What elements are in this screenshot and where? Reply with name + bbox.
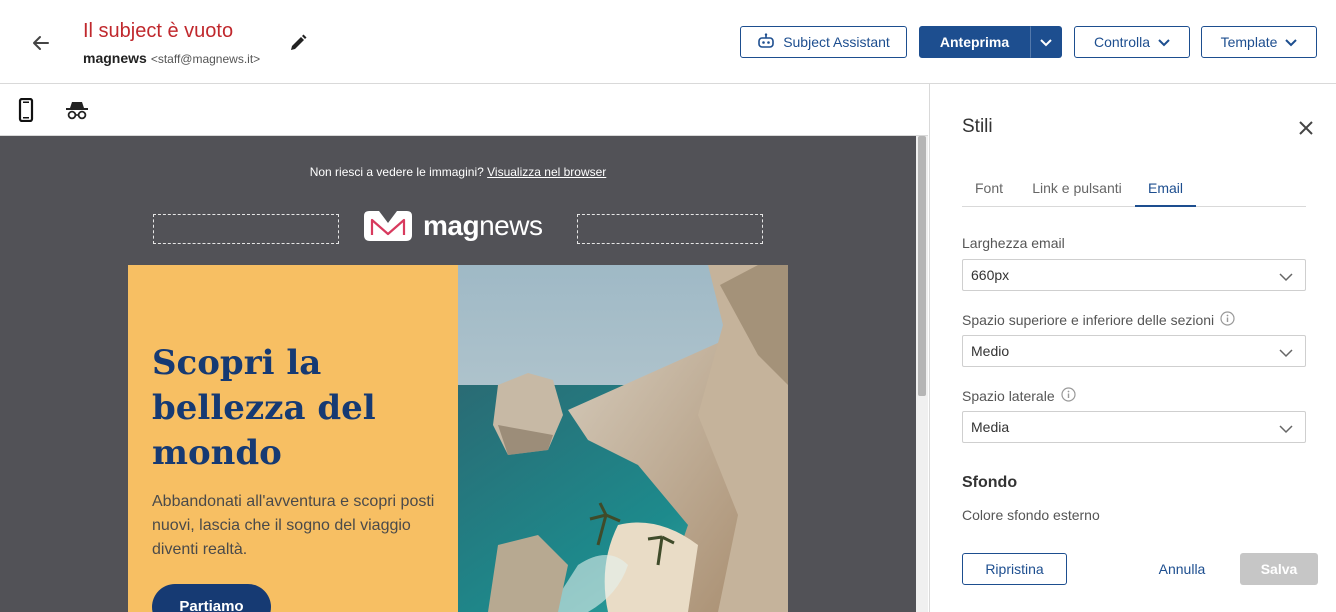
mobile-icon[interactable] [12, 96, 40, 124]
browser-view-line: Non riesci a vedere le immagini? Visuali… [0, 165, 916, 179]
styles-panel: Stili Font Link e pulsanti Email Larghez… [929, 84, 1336, 612]
preview-button[interactable]: Anteprima [919, 26, 1030, 58]
side-spacing-select[interactable]: Media [962, 411, 1306, 443]
email-width-label-text: Larghezza email [962, 235, 1065, 251]
email-width-value: 660px [971, 267, 1010, 283]
preview-options-button[interactable] [1030, 26, 1062, 58]
check-label: Controlla [1093, 34, 1151, 50]
chevron-down-icon [1279, 421, 1293, 437]
browser-prompt: Non riesci a vedere le immagini? [309, 165, 484, 179]
magnews-logo: magnews [363, 208, 543, 244]
reset-button[interactable]: Ripristina [962, 553, 1067, 585]
logo-wordmark: magnews [423, 210, 543, 242]
side-spacing-value: Media [971, 419, 1010, 435]
hero-text-block[interactable]: Scopri la bellezza del mondo Abbandonati… [128, 265, 458, 612]
incognito-icon[interactable] [63, 96, 91, 124]
empty-block-placeholder-left[interactable] [153, 214, 339, 244]
pencil-icon[interactable] [285, 30, 311, 56]
background-section-title: Sfondo [962, 474, 1018, 491]
hero-description[interactable]: Abbandonati all'avventura e scopri posti… [152, 490, 442, 562]
tab-font[interactable]: Font [962, 172, 1016, 207]
outer-background-color-label: Colore sfondo esterno [962, 507, 1100, 523]
subject-assistant-label: Subject Assistant [783, 34, 890, 50]
section-spacing-select[interactable]: Medio [962, 335, 1306, 367]
scrollbar-thumb[interactable] [918, 136, 926, 396]
subject-title[interactable]: Il subject è vuoto [83, 20, 233, 43]
template-dropdown-button[interactable]: Template [1201, 26, 1317, 58]
info-icon[interactable] [1220, 311, 1235, 329]
section-spacing-label: Spazio superiore e inferiore delle sezio… [962, 311, 1235, 329]
check-dropdown-button[interactable]: Controlla [1074, 26, 1190, 58]
editor-toolbar [0, 84, 928, 136]
view-in-browser-link[interactable]: Visualizza nel browser [487, 165, 606, 179]
email-width-label: Larghezza email [962, 235, 1065, 251]
top-header: Il subject è vuoto magnews <staff@magnews… [0, 0, 1336, 84]
tab-email[interactable]: Email [1135, 172, 1196, 207]
styles-tabs: Font Link e pulsanti Email [962, 172, 1306, 207]
chevron-down-icon [1158, 34, 1170, 50]
close-icon[interactable] [1294, 116, 1318, 140]
back-arrow-icon[interactable] [28, 30, 54, 56]
email-width-select[interactable]: 660px [962, 259, 1306, 291]
info-icon[interactable] [1061, 387, 1076, 405]
sender-name: magnews [83, 50, 147, 66]
template-label: Template [1220, 34, 1278, 50]
subject-assistant-button[interactable]: Subject Assistant [740, 26, 907, 58]
chevron-down-icon [1285, 34, 1298, 50]
save-button[interactable]: Salva [1240, 553, 1318, 585]
magnews-logo-mark [364, 211, 412, 241]
logo-wordmark-light: news [479, 210, 543, 241]
section-spacing-value: Medio [971, 343, 1010, 359]
canvas-scrollbar[interactable] [916, 136, 928, 612]
email-canvas[interactable]: Non riesci a vedere le immagini? Visuali… [0, 136, 916, 612]
robot-icon [757, 32, 775, 52]
side-spacing-label-text: Spazio laterale [962, 388, 1055, 404]
sender-email: <staff@magnews.it> [150, 52, 261, 66]
cancel-button[interactable]: Annulla [1142, 553, 1222, 585]
sender-info: magnews <staff@magnews.it> [83, 50, 260, 66]
hero-cta-button[interactable]: Partiamo [152, 584, 271, 612]
panel-title: Stili [962, 116, 993, 137]
hero-coast-image[interactable] [458, 265, 788, 612]
chevron-down-icon [1279, 269, 1293, 285]
chevron-down-icon [1040, 34, 1052, 50]
logo-wordmark-bold: mag [423, 210, 480, 241]
tab-links-buttons[interactable]: Link e pulsanti [1022, 172, 1132, 207]
section-spacing-label-text: Spazio superiore e inferiore delle sezio… [962, 312, 1215, 328]
empty-block-placeholder-right[interactable] [577, 214, 763, 244]
hero-title[interactable]: Scopri la bellezza del mondo [152, 341, 442, 476]
side-spacing-label: Spazio laterale [962, 387, 1076, 405]
chevron-down-icon [1279, 345, 1293, 361]
